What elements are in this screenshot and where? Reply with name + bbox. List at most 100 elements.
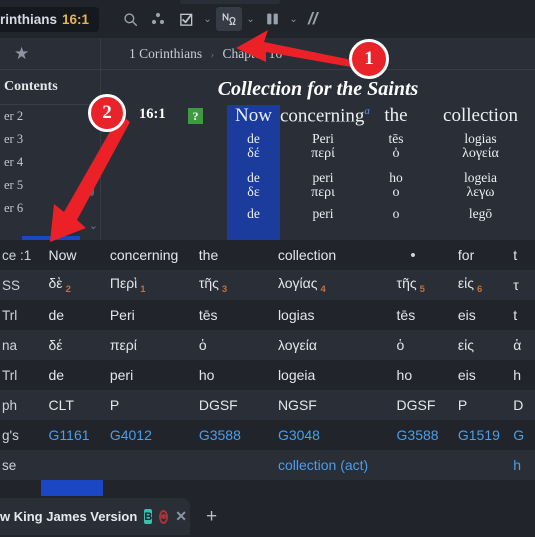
grid-cell[interactable]: DGSF bbox=[389, 397, 450, 413]
node-graph-icon[interactable] bbox=[145, 7, 171, 31]
grid-cell[interactable]: εἰς bbox=[450, 337, 505, 353]
grid-cell[interactable]: δέ bbox=[41, 337, 102, 353]
grid-cell[interactable]: ho bbox=[191, 367, 270, 383]
chevron-down-icon-sidebar[interactable]: ⌄ bbox=[89, 219, 98, 232]
grid-cell[interactable]: D bbox=[505, 397, 535, 413]
record-dot-icon[interactable] bbox=[159, 509, 169, 524]
grid-cell[interactable]: ὁ bbox=[389, 337, 450, 353]
add-tab-button[interactable]: + bbox=[206, 506, 217, 528]
star-icon[interactable]: ★ bbox=[14, 44, 29, 64]
grid-cell[interactable]: eis bbox=[450, 307, 505, 323]
grid-cell[interactable]: • bbox=[388, 247, 449, 264]
grid-cell[interactable]: the bbox=[191, 247, 270, 263]
breadcrumb-chapter[interactable]: Chapter 16 bbox=[223, 46, 283, 61]
grid-cell[interactable]: h bbox=[505, 367, 535, 383]
grid-cell[interactable]: CLT bbox=[41, 397, 102, 413]
table-row: Trl de Peri tēs logias tēs eis t bbox=[0, 300, 535, 330]
grid-cell[interactable]: τ bbox=[505, 277, 535, 293]
chevron-down-icon-2[interactable]: ⌄ bbox=[244, 14, 257, 25]
grid-cell[interactable]: P bbox=[102, 397, 191, 413]
tab-new-king-james-version[interactable]: w King James Version B ✕ bbox=[0, 498, 190, 535]
checkbox-icon[interactable] bbox=[173, 7, 199, 31]
grid-cell[interactable]: de bbox=[41, 367, 102, 383]
grid-cell[interactable]: λογίας 4 bbox=[270, 275, 389, 295]
strongs-number[interactable]: G1161 bbox=[41, 427, 102, 443]
grid-cell[interactable]: περί bbox=[102, 337, 191, 353]
grid-cell[interactable]: Now bbox=[41, 247, 102, 263]
word-order-number: 1 bbox=[140, 283, 146, 295]
interlinear-word-label: concerning bbox=[280, 105, 365, 127]
grid-cell[interactable]: collection bbox=[270, 247, 389, 263]
grid-cell[interactable]: de bbox=[41, 307, 102, 323]
grid-cell[interactable]: NGSF bbox=[270, 397, 389, 413]
breadcrumb-book[interactable]: 1 Corinthians bbox=[129, 46, 202, 61]
grid-cell[interactable]: concerning bbox=[102, 247, 191, 263]
strongs-number[interactable]: G3588 bbox=[191, 427, 270, 443]
grid-cell-text: λογίας bbox=[277, 275, 318, 292]
grid-cell[interactable]: eis bbox=[450, 367, 505, 383]
section-heading: Collection for the Saints bbox=[217, 78, 419, 100]
grid-cell[interactable]: ho bbox=[389, 367, 450, 383]
chevron-down-icon-1[interactable]: ⌄ bbox=[201, 14, 214, 25]
grid-cell[interactable]: peri bbox=[102, 367, 191, 383]
interlinear-row-translit-3: de peri o legō bbox=[101, 206, 535, 221]
annotation-label: 2 bbox=[102, 102, 112, 123]
breadcrumb: 1 Corinthians › Chapter 16 bbox=[101, 46, 282, 62]
favorite-star-cell[interactable]: ★ bbox=[0, 37, 101, 70]
reference-input[interactable]: rinthians 16:1 bbox=[0, 6, 100, 32]
search-icon[interactable] bbox=[117, 7, 143, 31]
interlinear-word-now[interactable]: Now bbox=[227, 105, 280, 127]
parallel-columns-icon[interactable] bbox=[259, 7, 285, 31]
strongs-number[interactable]: G3048 bbox=[270, 427, 389, 443]
grid-cell-text: δὲ bbox=[48, 275, 63, 292]
sidebar-item-chapter-5[interactable]: er 5 bbox=[0, 174, 100, 197]
strongs-number[interactable]: G3588 bbox=[389, 427, 450, 443]
top-toolbar: rinthians 16:1 ⌄ ⌄ ⌄ // bbox=[0, 0, 535, 38]
gloss-cell[interactable]: collection (act) bbox=[270, 457, 389, 473]
grid-cell[interactable]: δὲ 2 bbox=[41, 275, 102, 295]
grid-cell[interactable]: Περὶ 1 bbox=[102, 275, 191, 295]
close-icon[interactable]: ✕ bbox=[175, 508, 187, 525]
grid-cell[interactable]: for bbox=[450, 247, 505, 263]
word-order-number: 4 bbox=[320, 283, 326, 295]
sidebar-item-chapter-3[interactable]: er 3 bbox=[0, 128, 100, 151]
sidebar-item-chapter-2[interactable]: er 2 bbox=[0, 105, 100, 128]
grid-cell[interactable]: t bbox=[505, 247, 535, 263]
grid-cell[interactable]: logeia bbox=[270, 367, 389, 383]
interlinear-spacer bbox=[101, 206, 227, 221]
grid-cell[interactable]: tēs bbox=[191, 307, 270, 323]
grid-cell[interactable]: Peri bbox=[102, 307, 191, 323]
bible-badge-icon[interactable]: B bbox=[144, 509, 153, 524]
interlinear-word-collection[interactable]: collection bbox=[426, 105, 535, 127]
interlinear-word-the[interactable]: the bbox=[366, 105, 426, 127]
sidebar-item-label: er 4 bbox=[4, 155, 24, 169]
annotation-badge-1: 1 bbox=[349, 39, 389, 79]
sidebar-item-chapter-6[interactable]: er 6 bbox=[0, 197, 100, 220]
grid-cell[interactable]: tēs bbox=[389, 307, 450, 323]
table-row: ph CLT P DGSF NGSF DGSF P D bbox=[0, 390, 535, 420]
grid-cell[interactable]: λογεία bbox=[270, 337, 389, 353]
strongs-number[interactable]: G1519 bbox=[450, 427, 505, 443]
chevron-down-icon-3[interactable]: ⌄ bbox=[287, 14, 300, 25]
grid-cell[interactable]: P bbox=[450, 397, 505, 413]
grid-cell[interactable]: ἁ bbox=[505, 337, 535, 353]
grid-cell[interactable]: t bbox=[505, 307, 535, 323]
grid-cell[interactable]: logias bbox=[270, 307, 389, 323]
strongs-number[interactable]: G bbox=[505, 427, 535, 443]
grid-cell[interactable]: τῆς 3 bbox=[191, 275, 270, 295]
reference-book-label: rinthians bbox=[0, 11, 58, 27]
grid-cell[interactable]: ὁ bbox=[191, 337, 270, 353]
interlinear-translit: peri bbox=[312, 169, 334, 185]
sidebar-item-chapter-4[interactable]: er 4 bbox=[0, 151, 100, 174]
interlinear-word-concerning[interactable]: concerninga bbox=[280, 105, 370, 127]
row-label: ce :1 bbox=[2, 247, 32, 263]
grid-cell[interactable]: τῆς 5 bbox=[389, 275, 450, 295]
greek-omega-icon[interactable] bbox=[216, 7, 243, 31]
grid-cell[interactable]: εἰς 6 bbox=[450, 275, 505, 295]
double-slash-icon[interactable]: // bbox=[308, 9, 317, 29]
sidebar-scrollbar[interactable] bbox=[89, 170, 94, 196]
strongs-number[interactable]: G4012 bbox=[102, 427, 191, 443]
grid-cell[interactable]: DGSF bbox=[191, 397, 270, 413]
contents-sidebar: Contents er 2 er 3 er 4 er 5 er 6 ⌄ bbox=[0, 70, 101, 240]
gloss-cell[interactable]: h bbox=[505, 457, 535, 473]
